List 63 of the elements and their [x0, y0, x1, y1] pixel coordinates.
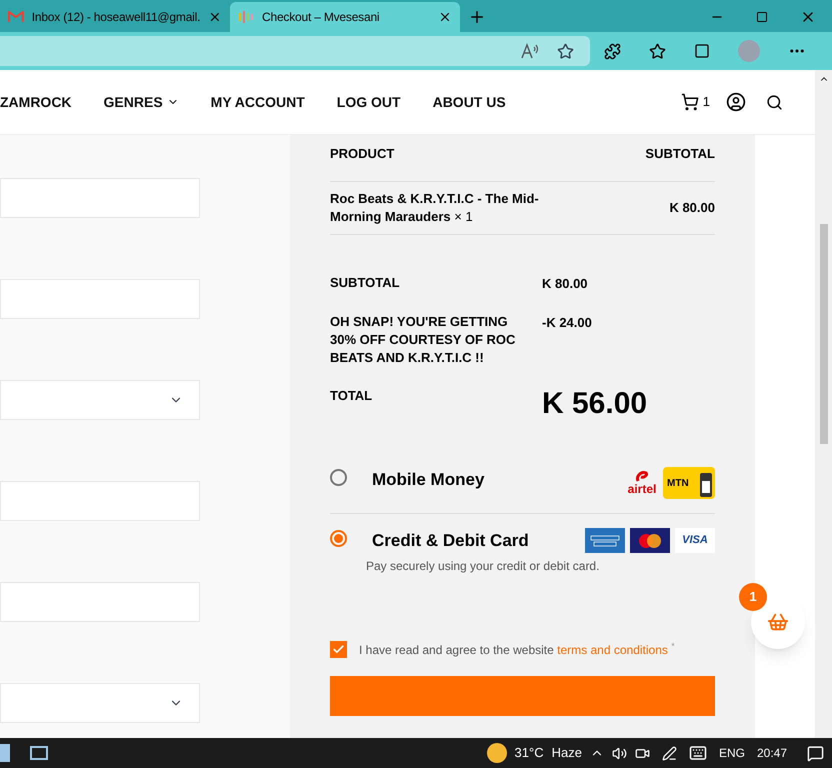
input-field[interactable]: [0, 582, 200, 622]
column-heading: PRODUCT: [330, 145, 394, 163]
input-field[interactable]: [0, 178, 200, 218]
airtel-logo: airtel: [626, 471, 658, 495]
payment-description: Pay securely using your credit or debit card.: [366, 558, 600, 574]
column-heading: SUBTOTAL: [645, 145, 715, 163]
close-icon[interactable]: [438, 10, 452, 24]
favorites-icon[interactable]: [649, 42, 666, 60]
weather-text[interactable]: Haze: [552, 743, 582, 763]
temperature[interactable]: 31°C: [514, 743, 544, 763]
card-logo: [585, 528, 625, 553]
nav-link[interactable]: ABOUT US: [432, 92, 506, 112]
visa-logo: VISA: [675, 528, 715, 553]
account-icon[interactable]: [726, 92, 746, 112]
total-value: -K 24.00: [542, 314, 592, 332]
weather-icon[interactable]: [486, 743, 507, 763]
cart-link[interactable]: 1: [680, 92, 710, 112]
restore-icon[interactable]: [756, 11, 768, 23]
language-indicator[interactable]: ENG: [718, 744, 745, 762]
payment-method-label[interactable]: Credit & Debit Card: [372, 528, 529, 554]
scrollbar-thumb[interactable]: [820, 224, 828, 444]
extensions-icon[interactable]: [604, 42, 621, 60]
total-label: TOTAL: [330, 387, 374, 405]
clock[interactable]: 20:47: [756, 744, 787, 762]
volume-icon[interactable]: [612, 746, 627, 760]
read-aloud-icon[interactable]: [521, 43, 541, 59]
input-field[interactable]: [0, 279, 200, 319]
terms-text: I have read and agree to the website terms and conditions $^{*}$: [359, 640, 675, 658]
mail-icon: [8, 11, 24, 23]
total-label: OH SNAP! YOU'RE GETTING 30% OFF COURTESY OF ROC BEATS AND K.R.Y.T.I.C !!: [330, 313, 516, 367]
checkbox[interactable]: [330, 641, 347, 658]
nav-link[interactable]: MY ACCOUNT: [210, 92, 305, 112]
tab-title: Checkout – Mvesesani: [262, 9, 380, 26]
select-field[interactable]: [0, 380, 200, 420]
radio-button[interactable]: [330, 469, 347, 486]
browser-tab[interactable]: Inbox (12) - hoseawell11@gmail.: [0, 2, 230, 32]
mtn-logo: MTN: [663, 467, 715, 499]
total-value: K 80.00: [542, 274, 588, 292]
total-value: K 56.00: [542, 387, 648, 421]
new-tab-icon[interactable]: [468, 8, 486, 26]
check-icon: [332, 643, 345, 656]
close-icon[interactable]: [208, 10, 222, 24]
select-field[interactable]: [0, 683, 200, 723]
radio-button[interactable]: [330, 530, 347, 547]
tab-title: Inbox (12) - hoseawell11@gmail.: [32, 9, 200, 26]
keyboard-icon[interactable]: [688, 744, 707, 762]
payment-method-label[interactable]: Mobile Money: [372, 467, 484, 492]
nav-link[interactable]: GENRES: [104, 92, 179, 112]
input-field[interactable]: [0, 481, 200, 521]
pen-icon[interactable]: [662, 746, 677, 760]
favorite-add-icon[interactable]: [557, 42, 574, 60]
basket-icon: [767, 611, 789, 633]
product-subtotal: K 80.00: [669, 198, 715, 217]
browser-tab[interactable]: Checkout – Mvesesani: [230, 2, 460, 32]
nav-link[interactable]: ZAMROCK: [0, 92, 72, 112]
total-label: SUBTOTAL: [330, 274, 401, 292]
monitor-icon[interactable]: [30, 746, 48, 760]
notifications-icon[interactable]: [807, 744, 824, 762]
product-name: Roc Beats & K.R.Y.T.I.C - The Mid-Morning Marauders × 1: [330, 190, 540, 226]
search-icon[interactable]: [766, 94, 783, 110]
bars-icon: [238, 10, 254, 24]
nav-link[interactable]: LOG OUT: [336, 92, 401, 112]
mastercard-logo: [630, 528, 670, 553]
